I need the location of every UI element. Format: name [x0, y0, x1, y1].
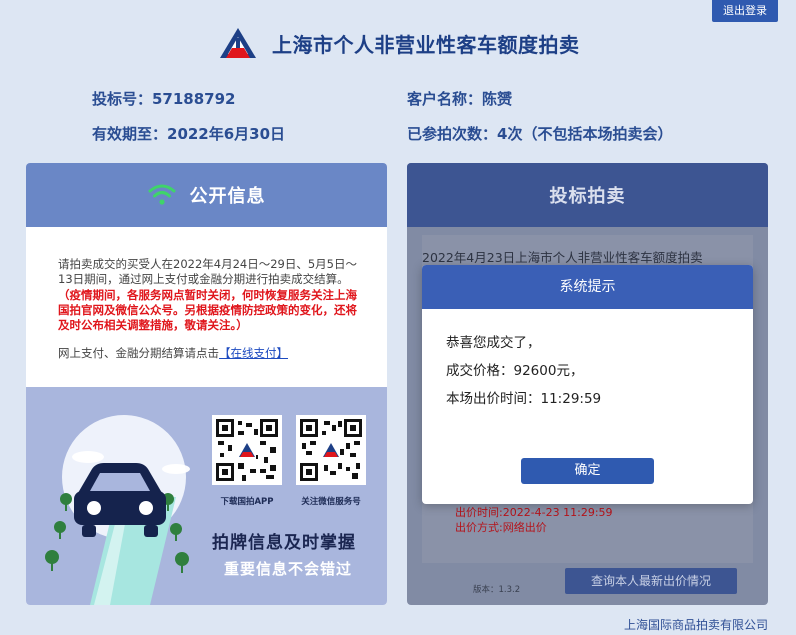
- query-bid-button[interactable]: 查询本人最新出价情况: [565, 568, 737, 594]
- customer-name: 客户名称：陈赟: [407, 90, 513, 108]
- dialog-title: 系统提示: [422, 265, 753, 309]
- bid-number: 投标号：57188792: [92, 90, 236, 108]
- online-pay-link[interactable]: 【在线支付】: [219, 346, 288, 360]
- bidding-header: 投标拍卖: [407, 163, 768, 227]
- participation-count: 已参拍次数：4次（不包括本场拍卖会）: [407, 125, 673, 143]
- footer-company: 上海国际商品拍卖有限公司: [623, 618, 768, 632]
- qr-code-app: [212, 415, 282, 485]
- valid-until: 有效期至：2022年6月30日: [92, 125, 286, 143]
- public-info-panel: 公开信息 请拍卖成交的买受人在2022年4月24日～29日、5月5日～13日期间…: [26, 163, 387, 605]
- dialog-line-time: 本场出价时间：11:29:59: [446, 391, 602, 407]
- public-info-title: 公开信息: [189, 186, 266, 207]
- car-illustration: [45, 415, 190, 605]
- qr-code-icon: [300, 419, 362, 481]
- dialog-line-price: 成交价格：92600元，: [446, 363, 584, 379]
- bid-time: 出价时间:2022-4-23 11:29:59: [455, 506, 613, 519]
- qr-app-caption: 下载国拍APP: [220, 497, 274, 507]
- bid-detail: 出价时间:2022-4-23 11:29:59 出价方式:网络出价: [455, 505, 613, 535]
- qr-code-icon: [216, 419, 278, 481]
- promo-banner: 下载国拍APP 关注微信服务号 拍牌信息及时掌握 重要信息不会错过: [26, 387, 387, 605]
- payment-prefix: 网上支付、金融分期结算请点击: [58, 346, 219, 360]
- logout-button[interactable]: 退出登录: [712, 0, 778, 22]
- qr-wechat-caption: 关注微信服务号: [301, 497, 361, 507]
- promo-title: 拍牌信息及时掌握: [212, 533, 356, 553]
- brand-header: 上海市个人非营业性客车额度拍卖: [218, 26, 580, 60]
- qr-code-wechat: [296, 415, 366, 485]
- system-alert-dialog: 系统提示 恭喜您成交了， 成交价格：92600元， 本场出价时间：11:29:5…: [422, 265, 753, 504]
- promo-subtitle: 重要信息不会错过: [224, 560, 353, 578]
- confirm-button[interactable]: 确定: [521, 458, 654, 484]
- version-label: 版本：1.3.2: [473, 585, 521, 595]
- epidemic-notice: （疫情期间，各服务网点暂时关闭，何时恢复服务关注上海国拍官网及微信公众号。另根据…: [58, 288, 357, 332]
- dialog-line-congrats: 恭喜您成交了，: [446, 335, 541, 351]
- auction-intro: 2022年4月23日上海市个人非营业性客车额度拍卖: [422, 250, 703, 265]
- wifi-icon: [148, 184, 175, 205]
- payment-line: 网上支付、金融分期结算请点击【在线支付】: [58, 346, 359, 361]
- public-info-header: 公开信息: [26, 163, 387, 227]
- bid-method: 出价方式:网络出价: [455, 521, 547, 534]
- site-title: 上海市个人非营业性客车额度拍卖: [272, 32, 580, 57]
- bidding-title: 投标拍卖: [549, 186, 626, 207]
- settlement-notice: 请拍卖成交的买受人在2022年4月24日～29日、5月5日～13日期间，通过网上…: [58, 257, 357, 286]
- auction-logo-icon: [220, 28, 256, 58]
